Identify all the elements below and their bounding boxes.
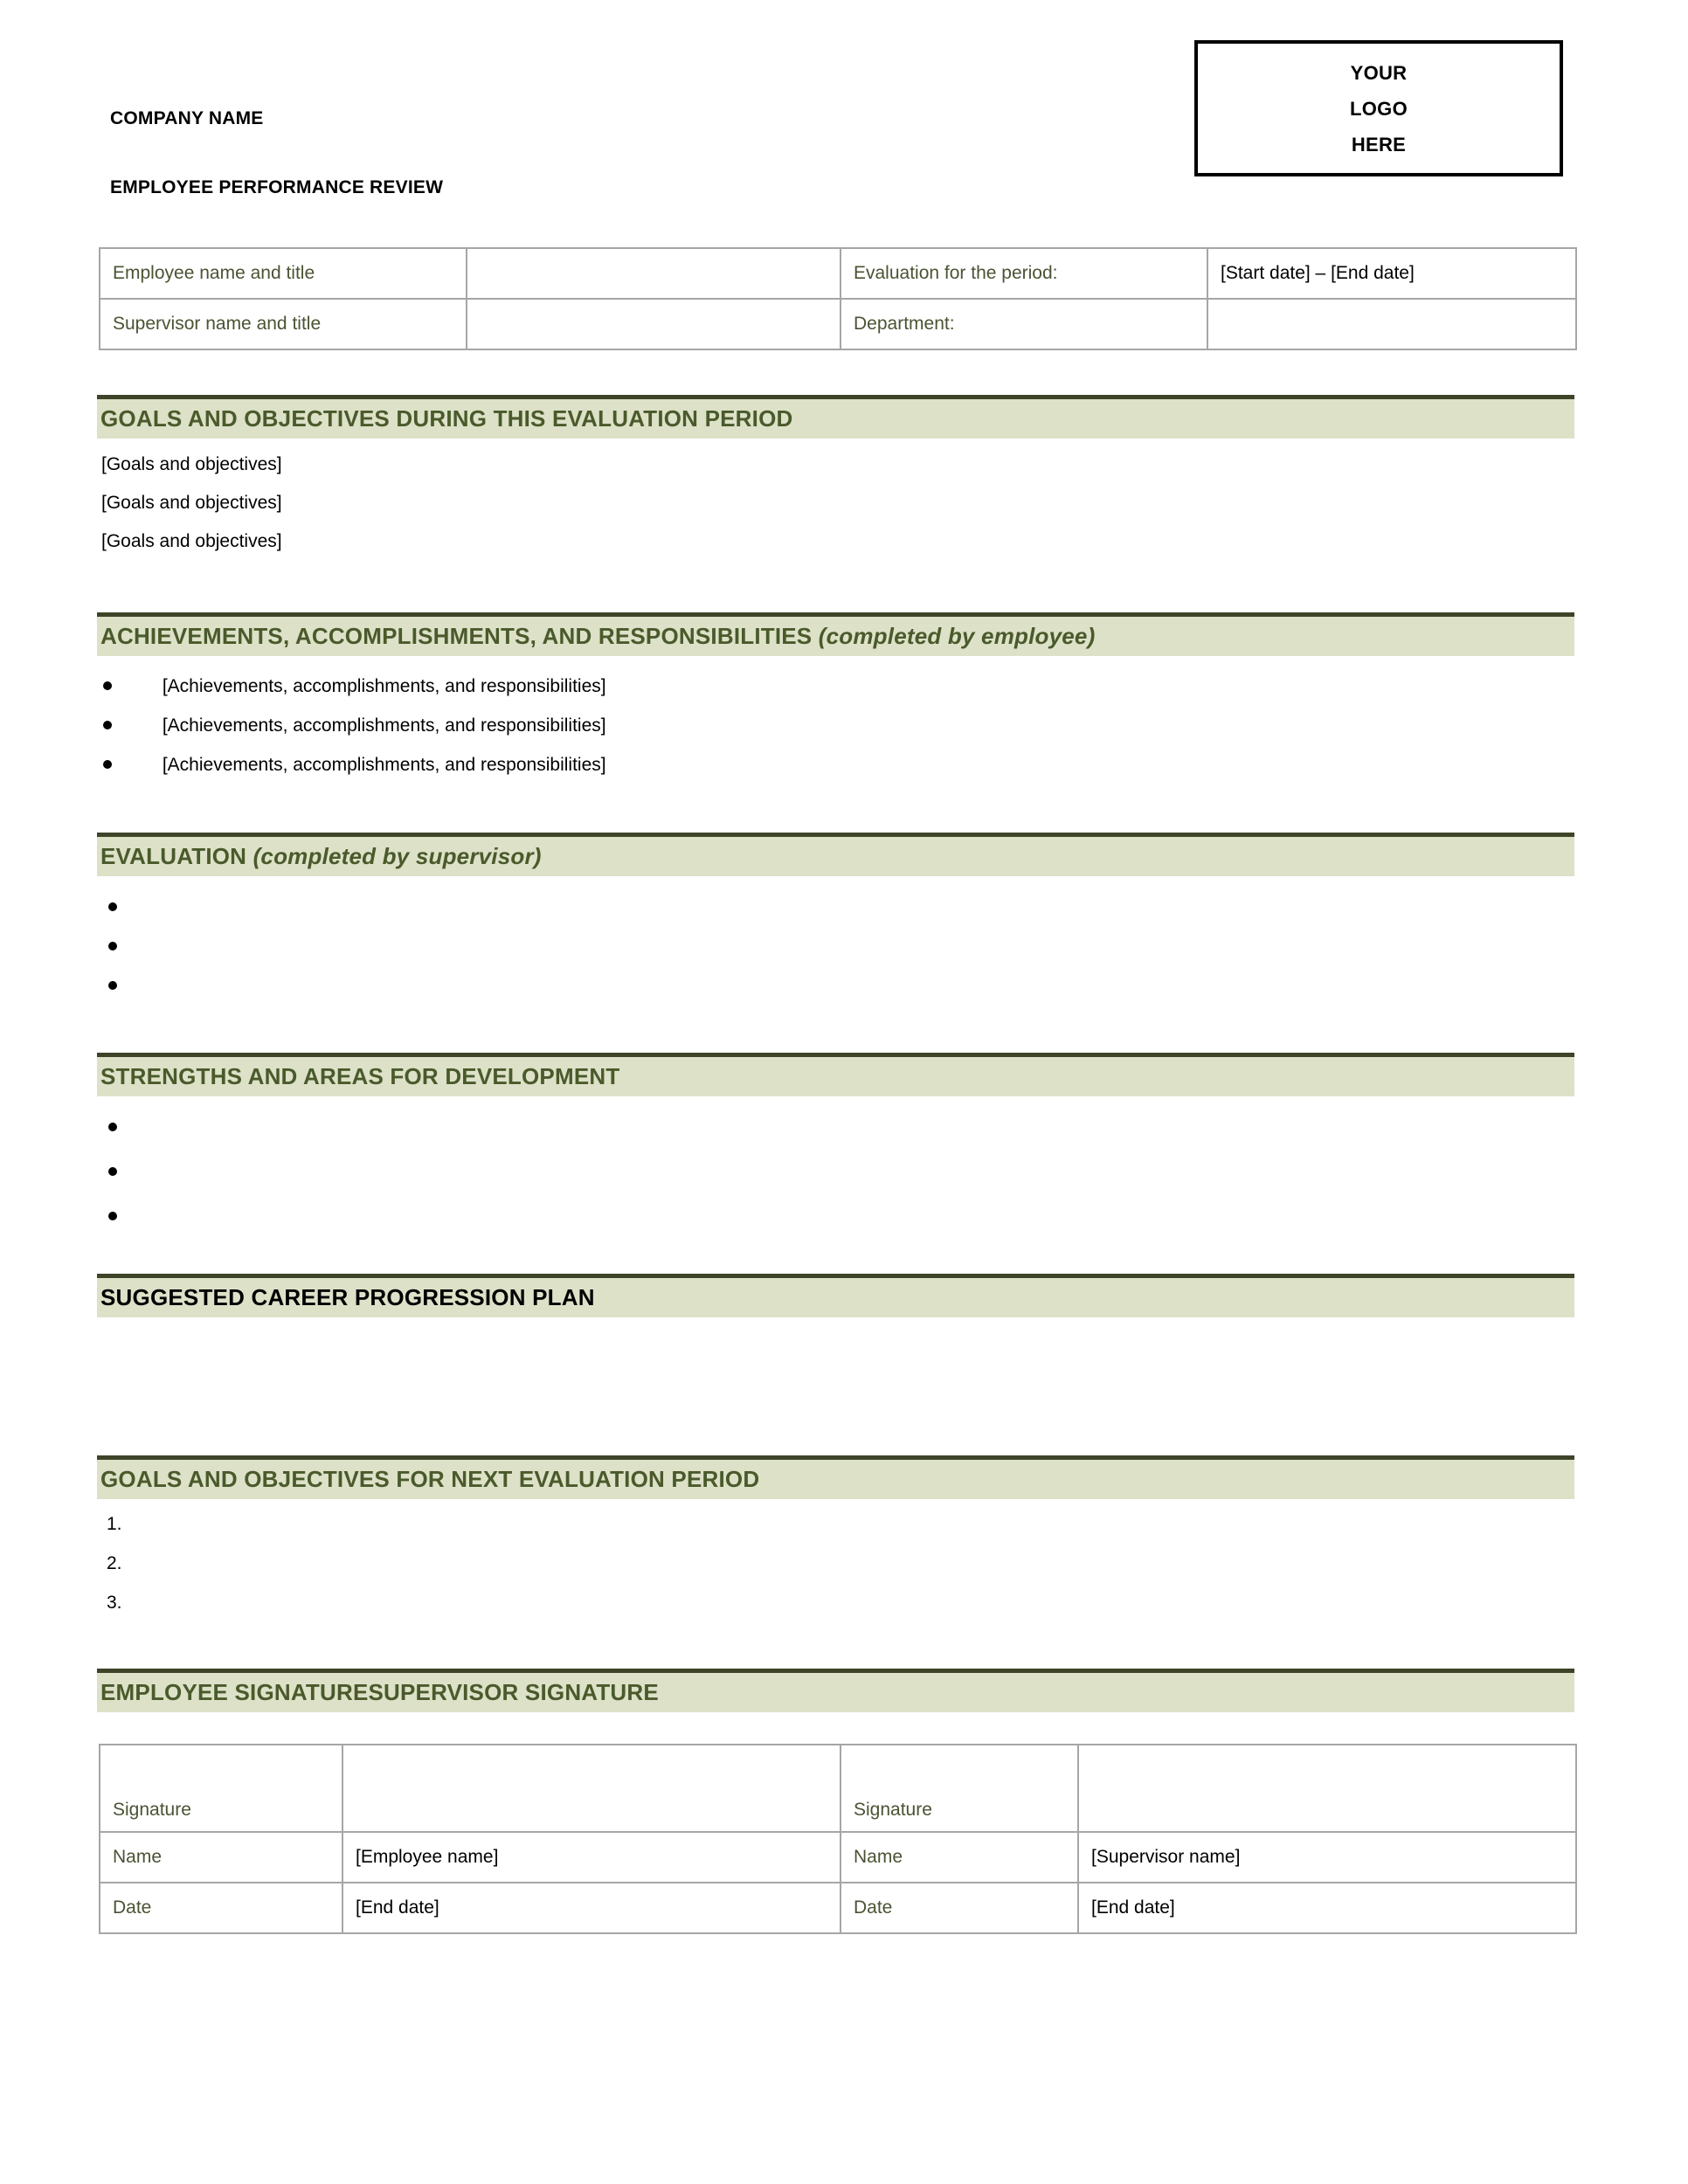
goals-line-1: [Goals and objectives] [101, 454, 282, 474]
logo-line-1: YOUR [1350, 61, 1408, 84]
signature-table: Signature Signature Name [Employee name]… [99, 1744, 1577, 1934]
list-item[interactable] [108, 897, 168, 918]
supervisor-name-row-label: Name [840, 1831, 1079, 1883]
table-row: Signature Signature [99, 1744, 1577, 1833]
employee-name-row-label: Name [99, 1831, 343, 1883]
logo-line-3: HERE [1351, 133, 1407, 156]
section-heading-note: (completed by supervisor) [253, 843, 542, 869]
bullet-icon [108, 1211, 117, 1220]
supervisor-name-row-value[interactable]: [Supervisor name] [1077, 1831, 1577, 1883]
list-item[interactable] [108, 1206, 168, 1227]
list-item-text: [Achievements, accomplishments, and resp… [162, 715, 606, 736]
bullet-icon [108, 941, 117, 950]
section-heading-label: STRENGTHS AND AREAS FOR DEVELOPMENT [100, 1063, 620, 1089]
list-item[interactable] [108, 976, 168, 997]
section-heading-goals-current: GOALS AND OBJECTIVES DURING THIS EVALUAT… [97, 395, 1574, 439]
supervisor-name-label: Supervisor name and title [99, 298, 467, 350]
document-page: COMPANY NAME EMPLOYEE PERFORMANCE REVIEW… [0, 0, 1688, 2184]
list-item[interactable]: 1. [107, 1514, 150, 1535]
bullet-icon [103, 759, 112, 769]
goals-line-3: [Goals and objectives] [101, 531, 282, 551]
list-item[interactable] [108, 1117, 168, 1138]
section-heading-goals-next: GOALS AND OBJECTIVES FOR NEXT EVALUATION… [97, 1455, 1574, 1499]
section-heading-label: EMPLOYEE SIGNATURESUPERVISOR SIGNATURE [100, 1679, 659, 1705]
supervisor-signature-label: Signature [840, 1744, 1079, 1833]
list-item-text: [Achievements, accomplishments, and resp… [162, 755, 606, 776]
department-value[interactable] [1207, 298, 1577, 350]
table-row: Employee name and title Evaluation for t… [99, 247, 1577, 300]
bullet-icon [108, 902, 117, 911]
list-item[interactable] [108, 936, 168, 957]
employee-name-row-value[interactable]: [Employee name] [342, 1831, 841, 1883]
bullet-icon [108, 1122, 117, 1131]
bullet-icon [103, 720, 112, 729]
table-row: Date [End date] Date [End date] [99, 1882, 1577, 1934]
evaluation-period-value[interactable]: [Start date] – [End date] [1207, 247, 1577, 300]
list-item-marker: 2. [107, 1553, 122, 1573]
department-label: Department: [840, 298, 1208, 350]
section-heading-strengths: STRENGTHS AND AREAS FOR DEVELOPMENT [97, 1053, 1574, 1096]
list-item[interactable]: 3. [107, 1593, 150, 1614]
section-heading-label: SUGGESTED CAREER PROGRESSION PLAN [100, 1284, 595, 1310]
employee-date-label: Date [99, 1882, 343, 1934]
document-header: COMPANY NAME EMPLOYEE PERFORMANCE REVIEW… [0, 0, 1688, 218]
list-item: [Achievements, accomplishments, and resp… [103, 676, 606, 697]
bullet-icon [103, 681, 112, 690]
bullet-icon [108, 980, 117, 990]
section-heading-main: EVALUATION [100, 843, 253, 869]
section-heading-label: ACHIEVEMENTS, ACCOMPLISHMENTS, AND RESPO… [97, 623, 1095, 650]
logo-line-2: LOGO [1350, 97, 1408, 120]
bullet-icon [108, 1166, 117, 1176]
goals-line-2: [Goals and objectives] [101, 493, 282, 513]
document-title: EMPLOYEE PERFORMANCE REVIEW [110, 177, 444, 197]
career-plan-body[interactable] [101, 1345, 1578, 1441]
employee-name-value[interactable] [466, 247, 841, 300]
supervisor-date-value[interactable]: [End date] [1077, 1882, 1577, 1934]
section-heading-note: (completed by employee) [818, 623, 1096, 649]
employee-info-table: Employee name and title Evaluation for t… [99, 247, 1577, 350]
section-heading-label: GOALS AND OBJECTIVES FOR NEXT EVALUATION… [100, 1466, 760, 1492]
list-item[interactable]: 2. [107, 1553, 150, 1574]
employee-name-label: Employee name and title [99, 247, 467, 300]
table-row: Supervisor name and title Department: [99, 298, 1577, 350]
section-heading-label: GOALS AND OBJECTIVES DURING THIS EVALUAT… [100, 405, 793, 432]
section-heading-label: EVALUATION (completed by supervisor) [97, 843, 542, 870]
company-name: COMPANY NAME [110, 108, 264, 128]
supervisor-name-value[interactable] [466, 298, 841, 350]
table-row: Name [Employee name] Name [Supervisor na… [99, 1831, 1577, 1883]
list-item: [Achievements, accomplishments, and resp… [103, 715, 606, 736]
list-item-marker: 3. [107, 1593, 122, 1613]
section-heading-signatures: EMPLOYEE SIGNATURESUPERVISOR SIGNATURE [97, 1669, 1574, 1712]
list-item-marker: 1. [107, 1514, 122, 1534]
list-item[interactable] [108, 1162, 168, 1183]
section-heading-achievements: ACHIEVEMENTS, ACCOMPLISHMENTS, AND RESPO… [97, 612, 1574, 656]
list-item: [Achievements, accomplishments, and resp… [103, 755, 606, 776]
section-heading-main: ACHIEVEMENTS, ACCOMPLISHMENTS, AND RESPO… [100, 623, 819, 649]
section-heading-career-plan: SUGGESTED CAREER PROGRESSION PLAN [97, 1274, 1574, 1317]
employee-date-value[interactable]: [End date] [342, 1882, 841, 1934]
employee-signature-label: Signature [99, 1744, 343, 1833]
employee-signature-value[interactable] [342, 1744, 841, 1833]
section-heading-evaluation: EVALUATION (completed by supervisor) [97, 833, 1574, 876]
list-item-text: [Achievements, accomplishments, and resp… [162, 676, 606, 697]
supervisor-signature-value[interactable] [1077, 1744, 1577, 1833]
supervisor-date-label: Date [840, 1882, 1079, 1934]
evaluation-period-label: Evaluation for the period: [840, 247, 1208, 300]
logo-placeholder-box: YOUR LOGO HERE [1194, 40, 1563, 176]
